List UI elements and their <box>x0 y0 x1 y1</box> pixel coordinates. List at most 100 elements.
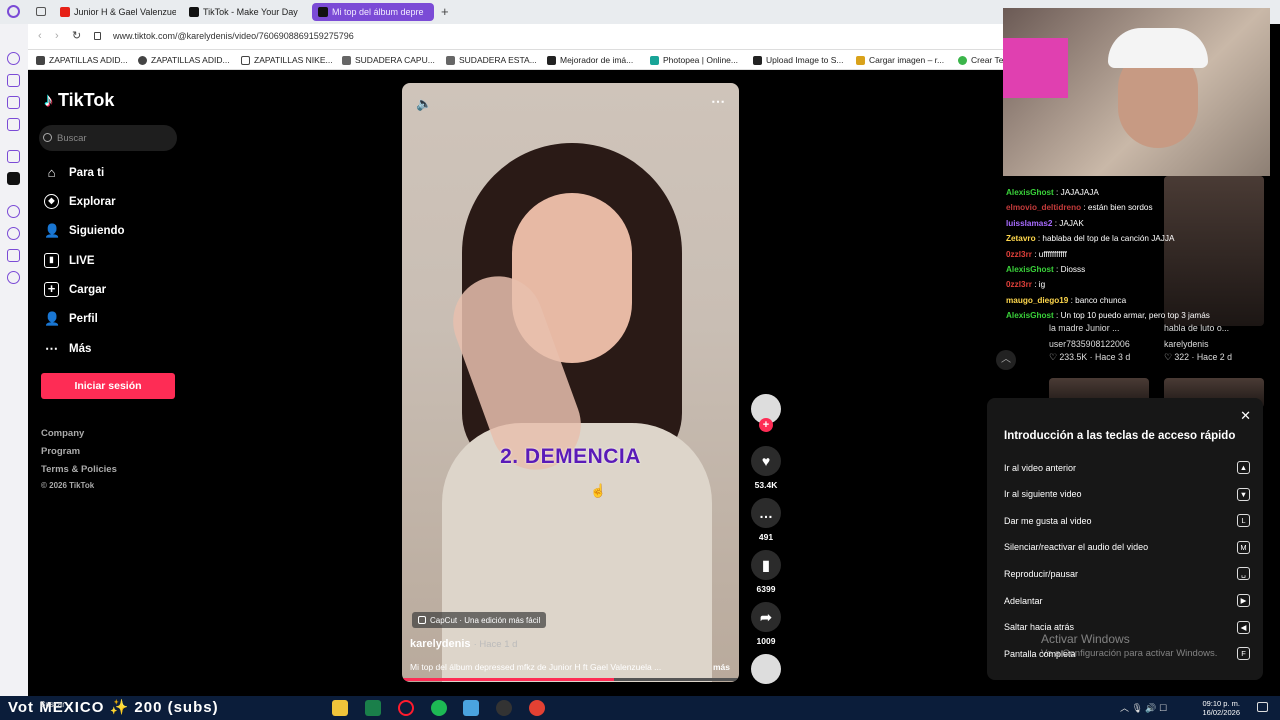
related-video-title[interactable]: habla de luto o... <box>1164 323 1229 333</box>
login-button[interactable]: Iniciar sesión <box>41 373 175 399</box>
more-options-icon[interactable]: ⋯ <box>711 93 725 110</box>
chat-username[interactable]: luisslamas2 <box>1006 219 1052 228</box>
app-icon[interactable] <box>463 700 479 716</box>
bookmark-item[interactable]: ZAPATILLAS ADID... <box>138 55 230 65</box>
related-video-title[interactable]: la madre Junior ... <box>1049 323 1119 333</box>
bookmark-item[interactable]: Cargar imagen – r... <box>856 55 944 65</box>
save-button[interactable]: ▮ 6399 <box>750 550 782 594</box>
search-taskbar-icon[interactable]: Buscar <box>40 700 90 716</box>
opera-icon[interactable] <box>398 700 414 716</box>
follow-plus-icon[interactable]: + <box>759 418 773 432</box>
capcut-badge[interactable]: CapCut · Una edición más fácil <box>412 612 547 628</box>
nav-live[interactable]: ▮ LIVE <box>44 253 95 268</box>
new-tab-button[interactable]: + <box>441 4 449 19</box>
back-icon[interactable]: ‹ <box>38 30 42 42</box>
obs-icon[interactable] <box>496 700 512 716</box>
footer-company[interactable]: Company <box>41 428 84 439</box>
tab-youtube[interactable]: Junior H & Gael Valenzuela <box>54 3 176 21</box>
tiktok-logo[interactable]: ♪ TikTok <box>44 90 114 111</box>
sound-avatar[interactable] <box>750 654 782 688</box>
reload-icon[interactable]: ↻ <box>72 29 81 42</box>
bookmark-item[interactable]: ZAPATILLAS ADID... <box>36 55 128 65</box>
shortcut-key: ▶ <box>1237 594 1250 607</box>
video-progress[interactable] <box>402 678 739 681</box>
bookmark-item[interactable]: Photopea | Online... <box>650 55 738 65</box>
home-icon: ⌂ <box>47 165 56 180</box>
chat-username[interactable]: AlexisGhost <box>1006 311 1054 320</box>
chat-username[interactable]: AlexisGhost <box>1006 265 1054 274</box>
taskbar-clock[interactable]: 09:10 p. m. 16/02/2026 <box>1202 699 1240 717</box>
nav-label: Para ti <box>69 166 105 179</box>
url-field[interactable]: www.tiktok.com/@karelydenis/video/760690… <box>113 31 354 41</box>
chat-username[interactable]: 0zzl3rr <box>1006 250 1032 259</box>
nav-profile[interactable]: 👤 Perfil <box>44 311 98 326</box>
footer-program[interactable]: Program <box>41 446 80 457</box>
author-name: karelydenis <box>410 638 471 650</box>
bookmark-item[interactable]: Upload Image to S... <box>753 55 844 65</box>
bookmark-item[interactable]: SUDADERA CAPU... <box>342 55 435 65</box>
forward-icon[interactable]: › <box>55 30 59 42</box>
nav-more[interactable]: ⋯ Más <box>44 341 91 356</box>
comment-button[interactable]: … 491 <box>750 498 782 542</box>
bookmark-item[interactable]: Mejorador de imá... <box>547 55 633 65</box>
search-placeholder: Buscar <box>57 132 87 144</box>
chat-username[interactable]: elmovio_deltidreno <box>1006 203 1081 212</box>
chat-username[interactable]: AlexisGhost <box>1006 188 1054 197</box>
author-avatar[interactable]: + <box>750 394 782 432</box>
search-input[interactable]: Buscar <box>39 125 177 151</box>
terminal-icon[interactable] <box>365 700 381 716</box>
footer-terms[interactable]: Terms & Policies <box>41 464 117 475</box>
aria-icon[interactable] <box>7 74 20 87</box>
share-button[interactable]: ➦ 1009 <box>750 602 782 646</box>
settings-icon[interactable] <box>7 271 20 284</box>
nav-label: LIVE <box>69 254 95 267</box>
twitch-icon[interactable] <box>7 150 20 163</box>
clock-icon[interactable] <box>7 227 20 240</box>
chrome-icon[interactable] <box>529 700 545 716</box>
nav-upload[interactable]: + Cargar <box>44 282 106 297</box>
chat-username[interactable]: 0zzl3rr <box>1006 280 1032 289</box>
player-icon[interactable] <box>7 205 20 218</box>
shortcut-row: Ir al siguiente video ▼ <box>1004 487 1250 501</box>
shortcut-label: Dar me gusta al video <box>1004 515 1092 526</box>
related-video-stats: ♡ 322 · Hace 2 d <box>1164 352 1233 362</box>
shortcut-label: Adelantar <box>1004 595 1043 606</box>
spotify-icon[interactable] <box>431 700 447 716</box>
video-player[interactable]: 🔈 ⋯ 2. DEMENCIA ☝ CapCut · Una edición m… <box>402 83 739 682</box>
scroll-up-icon[interactable]: ︿ <box>996 350 1016 370</box>
nav-explore[interactable]: ◆ Explorar <box>44 194 116 209</box>
tab-tiktok-home[interactable]: TikTok - Make Your Day <box>183 3 305 21</box>
x-icon[interactable] <box>7 172 20 185</box>
cursor-icon: ☝ <box>590 483 607 498</box>
upload-icon <box>753 55 762 65</box>
shortcut-key: ◀ <box>1237 620 1250 634</box>
nav-for-you[interactable]: ⌂ Para ti <box>44 165 105 180</box>
bookmark-item[interactable]: ZAPATILLAS NIKE... <box>241 55 333 65</box>
mail-icon[interactable] <box>7 118 20 131</box>
close-icon[interactable]: ✕ <box>1240 408 1251 424</box>
opera-logo-icon[interactable] <box>7 5 20 18</box>
chat-username[interactable]: Zetavro <box>1006 234 1036 243</box>
like-button[interactable]: ♥ 53.4K <box>750 446 782 490</box>
related-video-author[interactable]: user7835908122006 <box>1049 339 1130 349</box>
heart-icon: ♥ <box>751 446 781 476</box>
footer-copyright: © 2026 TikTok <box>41 481 95 490</box>
system-tray-icons[interactable]: ︿ 🎙 🔊 ☐ <box>1120 701 1167 714</box>
related-video-thumb[interactable] <box>1164 176 1264 326</box>
nav-following[interactable]: 👤 Siguiendo <box>44 223 125 238</box>
video-author[interactable]: karelydenis · Hace 1 d <box>410 638 517 650</box>
chat-username[interactable]: maugo_diego19 <box>1006 296 1068 305</box>
bookmark-item[interactable]: SUDADERA ESTA... <box>446 55 537 65</box>
chat-text: : JAJAJAJA <box>1053 188 1099 197</box>
history-icon[interactable] <box>7 52 20 65</box>
related-video-author[interactable]: karelydenis <box>1164 339 1209 349</box>
volume-icon[interactable]: 🔈 <box>416 96 432 112</box>
more-link[interactable]: más <box>713 662 730 672</box>
pin-icon[interactable] <box>7 249 20 262</box>
notifications-icon[interactable] <box>1257 702 1268 712</box>
file-explorer-icon[interactable] <box>332 700 348 716</box>
wallet-icon[interactable] <box>7 96 20 109</box>
tab-tiktok-video[interactable]: Mi top del álbum depre <box>312 3 434 21</box>
bookmark-item[interactable]: Crear Te <box>958 55 1003 65</box>
tab-list-icon[interactable] <box>36 7 46 16</box>
